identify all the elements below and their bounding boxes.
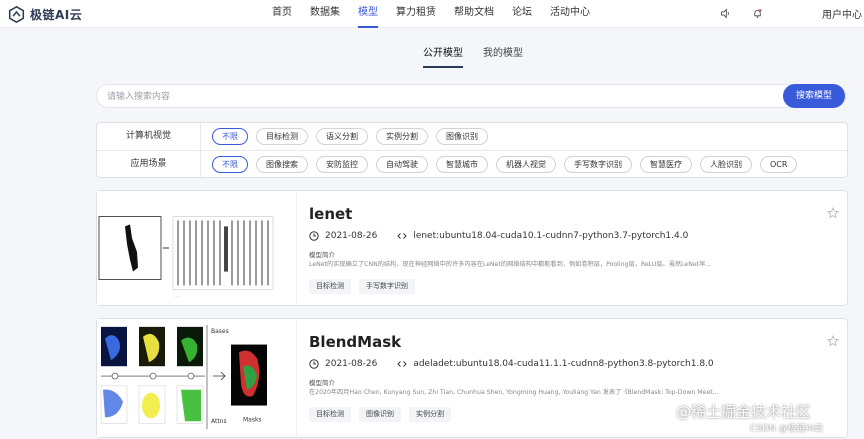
model-tag: 目标检测 bbox=[309, 407, 351, 422]
clock-icon bbox=[309, 359, 319, 369]
chip-scenario-any[interactable]: 不限 bbox=[212, 156, 248, 173]
model-tabs: 公开模型 我的模型 bbox=[0, 46, 864, 72]
chip-ocr[interactable]: OCR bbox=[760, 156, 798, 173]
filter-row-scenarios: 应用场景 不限 图像搜索 安防监控 自动驾驶 智慧城市 机器人视觉 手写数字识别… bbox=[97, 151, 847, 179]
logo-text: 极链AI云 bbox=[30, 7, 83, 22]
chip-smart-healthcare[interactable]: 智慧医疗 bbox=[640, 156, 692, 173]
nav-help-docs[interactable]: 帮助文档 bbox=[454, 0, 494, 28]
model-date: 2021-08-26 bbox=[325, 231, 378, 241]
filter-label: 应用场景 bbox=[97, 151, 201, 179]
top-navbar: 极链AI云 首页 数据集 模型 算力租赁 帮助文档 论坛 活动中心 用户中心 bbox=[0, 0, 864, 28]
filter-panel: 计算机视觉 不限 目标检测 语义分割 实例分割 图像识别 应用场景 不限 图像搜… bbox=[96, 122, 848, 179]
svg-text:...: ... bbox=[175, 293, 179, 298]
clock-icon bbox=[309, 231, 319, 241]
chip-security-monitoring[interactable]: 安防监控 bbox=[316, 156, 368, 173]
watermark-juejin: @稀土掘金技术社区 bbox=[676, 403, 812, 421]
model-title[interactable]: BlendMask bbox=[309, 333, 401, 351]
model-title[interactable]: lenet bbox=[309, 205, 352, 223]
filter-label: 计算机视觉 bbox=[97, 123, 201, 151]
chip-smart-city[interactable]: 智慧城市 bbox=[436, 156, 488, 173]
attns-label: Attns bbox=[211, 418, 227, 425]
bell-icon[interactable] bbox=[750, 6, 764, 20]
bases-label: Bases bbox=[211, 328, 229, 335]
model-image-tag: lenet:ubuntu18.04-cuda10.1-cudnn7-python… bbox=[413, 231, 689, 241]
model-meta: 2021-08-26 lenet:ubuntu18.04-cuda10.1-cu… bbox=[309, 231, 688, 241]
nav-forum[interactable]: 论坛 bbox=[512, 0, 532, 28]
star-icon[interactable] bbox=[827, 207, 839, 219]
search-input[interactable] bbox=[107, 88, 767, 105]
main-nav: 首页 数据集 模型 算力租赁 帮助文档 论坛 活动中心 bbox=[272, 0, 590, 28]
chip-semantic-segmentation[interactable]: 语义分割 bbox=[316, 128, 368, 145]
nav-datasets[interactable]: 数据集 bbox=[310, 0, 340, 28]
watermark-csdn: CSDN @极链AI云 bbox=[750, 424, 824, 434]
user-center-link[interactable]: 用户中心 bbox=[822, 6, 862, 21]
nav-compute-rental[interactable]: 算力租赁 bbox=[396, 0, 436, 28]
chip-image-search[interactable]: 图像搜索 bbox=[256, 156, 308, 173]
model-thumbnail: Bases Attns Masks bbox=[97, 319, 297, 437]
model-tag: 手写数字识别 bbox=[359, 279, 415, 294]
nav-home[interactable]: 首页 bbox=[272, 0, 292, 28]
masks-label: Masks bbox=[243, 416, 262, 423]
code-icon bbox=[397, 361, 408, 367]
model-tag: 图像识别 bbox=[359, 407, 401, 422]
logo[interactable]: 极链AI云 bbox=[8, 5, 82, 23]
model-intro-label: 模型简介 bbox=[309, 251, 335, 259]
nav-activity-center[interactable]: 活动中心 bbox=[550, 0, 590, 28]
logo-icon bbox=[8, 5, 25, 23]
model-thumbnail: ... bbox=[97, 191, 297, 305]
chip-instance-segmentation[interactable]: 实例分割 bbox=[376, 128, 428, 145]
filter-chips: 不限 目标检测 语义分割 实例分割 图像识别 bbox=[212, 128, 488, 145]
speaker-icon[interactable] bbox=[718, 6, 732, 20]
filter-row-computer-vision: 计算机视觉 不限 目标检测 语义分割 实例分割 图像识别 bbox=[97, 123, 847, 151]
star-icon[interactable] bbox=[827, 335, 839, 347]
model-intro: LeNet的实现确立了CNN的结构，现在神经网络中的许多内容在LeNet的网络结… bbox=[309, 261, 712, 268]
filter-chips: 不限 图像搜索 安防监控 自动驾驶 智慧城市 机器人视觉 手写数字识别 智慧医疗… bbox=[212, 156, 798, 173]
model-tags: 目标检测 手写数字识别 bbox=[309, 279, 415, 294]
chip-robot-vision[interactable]: 机器人视觉 bbox=[496, 156, 556, 173]
chip-object-detection[interactable]: 目标检测 bbox=[256, 128, 308, 145]
code-icon bbox=[397, 233, 408, 239]
tab-my-models[interactable]: 我的模型 bbox=[483, 46, 523, 68]
model-intro: 在2020年四月Hao Chen, Kunyang Sun, Zhi Tian,… bbox=[309, 389, 719, 396]
search-bar: 搜索模型 bbox=[96, 84, 846, 108]
nav-models[interactable]: 模型 bbox=[358, 0, 378, 28]
chip-cv-any[interactable]: 不限 bbox=[212, 128, 248, 145]
header-icons bbox=[718, 6, 764, 20]
model-meta: 2021-08-26 adeladet:ubuntu18.04-cuda11.1… bbox=[309, 359, 714, 369]
model-card-lenet[interactable]: ... lenet 2021-08-26 lenet:ubuntu18.04-c… bbox=[96, 190, 848, 306]
chip-handwritten-digit-recognition[interactable]: 手写数字识别 bbox=[564, 156, 632, 173]
model-tags: 目标检测 图像识别 实例分割 bbox=[309, 407, 451, 422]
search-models-button[interactable]: 搜索模型 bbox=[783, 84, 845, 108]
chip-image-recognition[interactable]: 图像识别 bbox=[436, 128, 488, 145]
model-image-tag: adeladet:ubuntu18.04-cuda11.1.1-cudnn8-p… bbox=[413, 359, 714, 369]
chip-face-recognition[interactable]: 人脸识别 bbox=[700, 156, 752, 173]
model-date: 2021-08-26 bbox=[325, 359, 378, 369]
tab-public-models[interactable]: 公开模型 bbox=[423, 46, 463, 68]
model-tag: 实例分割 bbox=[409, 407, 451, 422]
model-tag: 目标检测 bbox=[309, 279, 351, 294]
model-intro-label: 模型简介 bbox=[309, 379, 335, 387]
chip-autonomous-driving[interactable]: 自动驾驶 bbox=[376, 156, 428, 173]
